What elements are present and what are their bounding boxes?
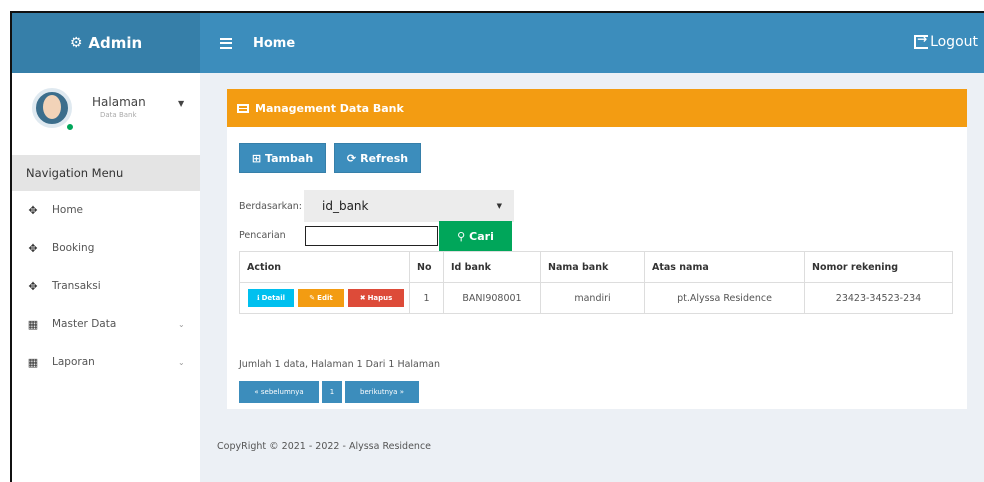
table-icon bbox=[237, 103, 249, 113]
plus-icon: ⊞ bbox=[251, 151, 262, 165]
logout-link[interactable]: Logout bbox=[914, 32, 978, 50]
table-header-row: Action No Id bank Nama bank Atas nama No… bbox=[239, 251, 953, 283]
cell-no: 1 bbox=[409, 282, 444, 314]
brand-label: Admin bbox=[88, 34, 143, 52]
cell-id-bank: BANI908001 bbox=[443, 282, 541, 314]
add-button[interactable]: ⊞ Tambah bbox=[239, 143, 326, 173]
sidebar-item-laporan[interactable]: ▦ Laporan ⌄ bbox=[12, 343, 200, 381]
action-cell: ℹ Detail ✎ Edit ✖ Hapus bbox=[239, 282, 410, 314]
user-name: Halaman bbox=[92, 95, 146, 109]
sidebar-item-label: Transaksi bbox=[52, 280, 101, 292]
filter-select[interactable]: id_bank ▼ bbox=[304, 190, 514, 222]
prev-page-button[interactable]: « sebelumnya bbox=[239, 381, 319, 403]
caret-down-icon[interactable]: ▼ bbox=[178, 99, 184, 108]
col-atas-nama: Atas nama bbox=[644, 251, 805, 283]
sidebar-item-label: Home bbox=[52, 204, 84, 216]
search-icon: ⚲ bbox=[457, 230, 466, 243]
filter-label: Berdasarkan: bbox=[239, 201, 303, 212]
delete-button-label: Hapus bbox=[367, 294, 393, 302]
detail-button-label: Detail bbox=[261, 294, 286, 302]
sidebar-item-label: Master Data bbox=[52, 318, 117, 330]
logout-label: Logout bbox=[930, 34, 978, 50]
search-button-label: Cari bbox=[469, 230, 494, 243]
close-icon: ✖ bbox=[359, 294, 366, 302]
grid-icon: ▦ bbox=[27, 355, 39, 369]
chevron-down-icon: ⌄ bbox=[178, 357, 185, 367]
edit-icon: ✎ bbox=[309, 294, 316, 302]
sidebar-item-master-data[interactable]: ▦ Master Data ⌄ bbox=[12, 305, 200, 343]
col-id-bank: Id bank bbox=[443, 251, 541, 283]
user-subtitle: Data Bank bbox=[100, 111, 137, 119]
settings-icon: ⚙ bbox=[69, 35, 83, 51]
edit-button[interactable]: ✎ Edit bbox=[298, 289, 344, 307]
main-content: Management Data Bank ⊞ Tambah ⟳ Refresh … bbox=[200, 73, 984, 482]
refresh-icon: ⟳ bbox=[346, 151, 357, 165]
search-label: Pencarian bbox=[239, 230, 286, 241]
bank-management-box: Management Data Bank ⊞ Tambah ⟳ Refresh … bbox=[227, 89, 967, 409]
pagination-summary: Jumlah 1 data, Halaman 1 Dari 1 Halaman bbox=[239, 359, 440, 370]
cell-nomor-rekening: 23423-34523-234 bbox=[804, 282, 953, 314]
col-nomor-rekening: Nomor rekening bbox=[804, 251, 953, 283]
chevron-down-icon: ⌄ bbox=[178, 319, 185, 329]
detail-button[interactable]: ℹ Detail bbox=[248, 289, 294, 307]
brand-logo[interactable]: ⚙ Admin bbox=[12, 13, 200, 73]
page-1-button[interactable]: 1 bbox=[322, 381, 342, 403]
footer-copyright: CopyRight © 2021 - 2022 - Alyssa Residen… bbox=[217, 441, 432, 452]
user-panel: Halaman Data Bank ▼ bbox=[12, 73, 200, 155]
app-frame: ⚙ Admin Home Logout Halaman Data Bank ▼ … bbox=[10, 11, 984, 482]
move-icon: ✥ bbox=[28, 203, 38, 217]
avatar bbox=[32, 88, 72, 128]
logout-icon bbox=[914, 32, 929, 49]
sidebar-item-label: Laporan bbox=[52, 356, 95, 368]
box-title: Management Data Bank bbox=[255, 101, 404, 115]
delete-button[interactable]: ✖ Hapus bbox=[348, 289, 404, 307]
col-nama-bank: Nama bank bbox=[540, 251, 645, 283]
sidebar: Halaman Data Bank ▼ Navigation Menu ✥ Ho… bbox=[12, 73, 200, 482]
filter-select-value: id_bank bbox=[322, 199, 369, 213]
sidebar-item-booking[interactable]: ✥ Booking bbox=[12, 229, 200, 267]
col-action: Action bbox=[239, 251, 410, 283]
search-button[interactable]: ⚲ Cari bbox=[439, 221, 512, 252]
bank-table: Action No Id bank Nama bank Atas nama No… bbox=[239, 251, 953, 314]
pagination: « sebelumnya 1 berikutnya » bbox=[239, 381, 422, 403]
box-header: Management Data Bank bbox=[227, 89, 967, 127]
grid-icon: ▦ bbox=[27, 317, 39, 331]
caret-down-icon: ▼ bbox=[496, 202, 502, 210]
move-icon: ✥ bbox=[28, 279, 38, 293]
navbar: Home Logout bbox=[200, 13, 984, 73]
sidebar-item-transaksi[interactable]: ✥ Transaksi bbox=[12, 267, 200, 305]
refresh-button-label: Refresh bbox=[360, 151, 409, 165]
next-page-button[interactable]: berikutnya » bbox=[345, 381, 419, 403]
online-status-icon bbox=[66, 123, 74, 131]
info-icon: ℹ bbox=[256, 294, 260, 302]
add-button-label: Tambah bbox=[265, 151, 314, 165]
refresh-button[interactable]: ⟳ Refresh bbox=[334, 143, 421, 173]
cell-atas-nama: pt.Alyssa Residence bbox=[644, 282, 805, 314]
menu-toggle-icon[interactable] bbox=[220, 37, 232, 49]
sidebar-item-label: Booking bbox=[52, 242, 95, 254]
cell-nama-bank: mandiri bbox=[540, 282, 645, 314]
move-icon: ✥ bbox=[28, 241, 38, 255]
search-input[interactable] bbox=[305, 226, 438, 246]
nav-header: Navigation Menu bbox=[12, 155, 200, 191]
col-no: No bbox=[409, 251, 444, 283]
table-row: ℹ Detail ✎ Edit ✖ Hapus 1 BANI908001 man… bbox=[239, 282, 953, 314]
page-title: Home bbox=[253, 35, 296, 51]
sidebar-item-home[interactable]: ✥ Home bbox=[12, 191, 200, 229]
edit-button-label: Edit bbox=[317, 294, 333, 302]
top-bar: ⚙ Admin Home Logout bbox=[12, 13, 984, 73]
